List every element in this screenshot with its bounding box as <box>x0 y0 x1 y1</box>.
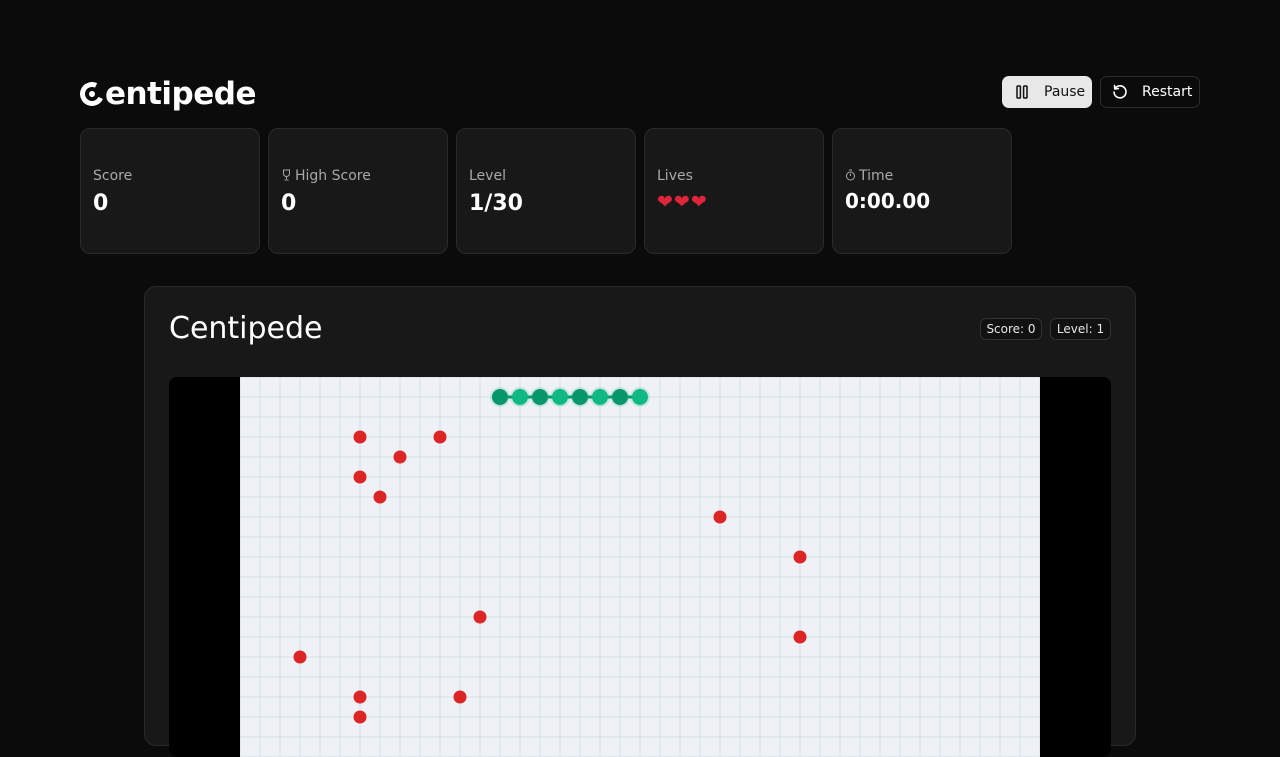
time-label: Time <box>859 168 894 184</box>
high-score-label: High Score <box>295 168 371 184</box>
restart-button[interactable]: Restart <box>1100 76 1200 108</box>
score-badge: Score: 0 <box>980 318 1042 340</box>
mushroom <box>293 650 307 664</box>
time-label-row: Time <box>845 167 999 185</box>
score-value: 0 <box>93 191 109 216</box>
game-board[interactable] <box>240 377 1040 757</box>
time-card: Time 0:00.00 <box>832 128 1012 254</box>
mushroom <box>353 690 367 704</box>
pause-label: Pause <box>1044 84 1086 100</box>
restart-icon <box>1112 84 1128 100</box>
centipede-segment <box>492 389 508 405</box>
mushroom <box>453 690 467 704</box>
stopwatch-icon <box>845 169 856 184</box>
mushroom <box>433 430 447 444</box>
level-badge: Level: 1 <box>1050 318 1111 340</box>
centipede-segment <box>532 389 548 405</box>
centipede-segment <box>572 389 588 405</box>
game-board-frame <box>169 377 1111 757</box>
centipede-segment <box>612 389 628 405</box>
time-value: 0:00.00 <box>845 189 931 213</box>
level-value: 1/30 <box>469 191 523 216</box>
mushroom <box>353 430 367 444</box>
centipede-segment <box>512 389 528 405</box>
logo-text: entipede <box>105 76 256 112</box>
level-card: Level 1/30 <box>456 128 636 254</box>
trophy-icon <box>281 169 292 184</box>
mushroom <box>353 710 367 724</box>
mushroom <box>793 630 807 644</box>
mushroom <box>393 450 407 464</box>
mushroom <box>473 610 487 624</box>
lives-hearts: ❤❤❤ <box>657 191 708 213</box>
game-panel: Centipede Score: 0 Level: 1 <box>144 286 1136 757</box>
level-label: Level <box>469 168 506 184</box>
high-score-label-row: High Score <box>281 167 435 185</box>
pause-button[interactable]: Pause <box>1002 76 1092 108</box>
high-score-value: 0 <box>281 191 297 216</box>
high-score-card: High Score 0 <box>268 128 448 254</box>
mushroom <box>373 490 387 504</box>
pause-icon <box>1014 84 1030 100</box>
restart-label: Restart <box>1142 84 1193 100</box>
score-card: Score 0 <box>80 128 260 254</box>
mushroom <box>713 510 727 524</box>
score-label: Score <box>93 168 133 184</box>
centipede-head <box>632 389 648 405</box>
app-logo: entipede <box>76 74 256 114</box>
game-title: Centipede <box>169 311 323 346</box>
mushroom <box>793 550 807 564</box>
lives-label: Lives <box>657 168 693 184</box>
centipede-segment <box>552 389 568 405</box>
logo-c-icon <box>76 78 108 110</box>
lives-card: Lives ❤❤❤ <box>644 128 824 254</box>
mushroom <box>353 470 367 484</box>
centipede-segment <box>592 389 608 405</box>
